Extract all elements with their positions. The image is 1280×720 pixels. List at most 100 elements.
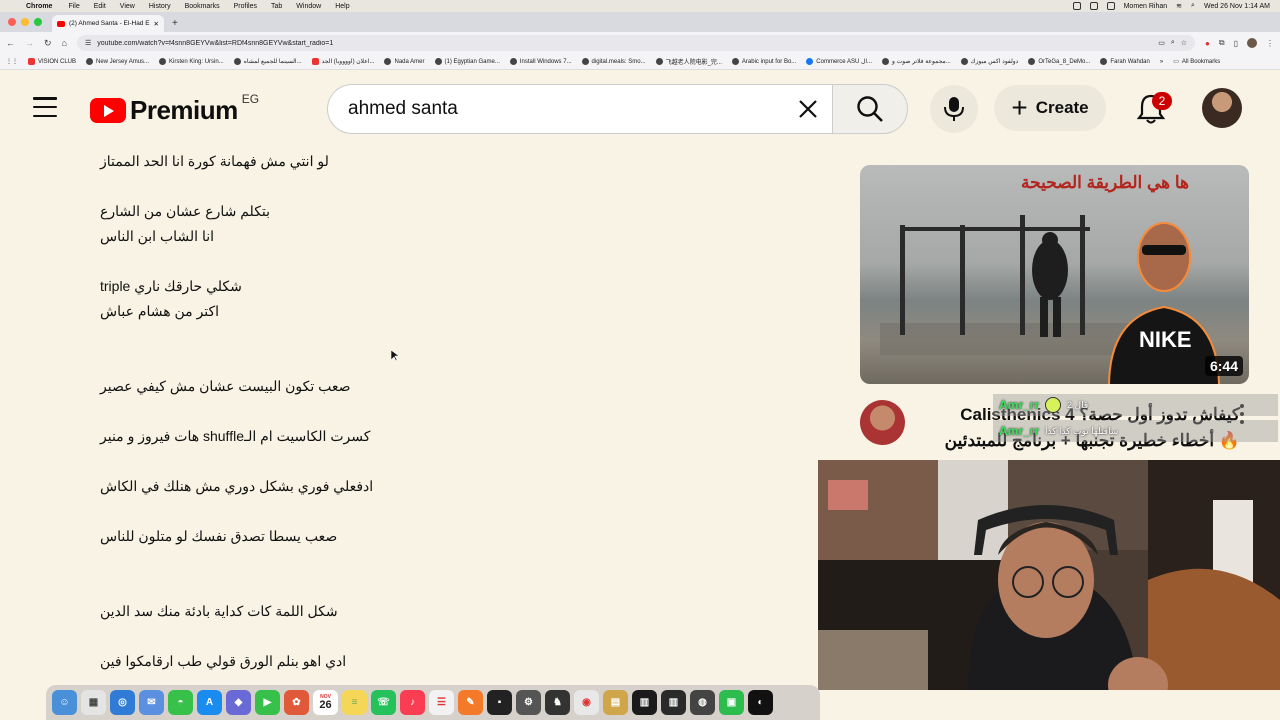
search-icon[interactable]: ⌕ [1191, 2, 1195, 10]
archive-icon[interactable]: ▤ [603, 690, 628, 715]
bookmark-item[interactable]: Arabic input for Bo... [731, 58, 796, 65]
safari-icon[interactable]: ◎ [110, 690, 135, 715]
profile-avatar[interactable] [1247, 38, 1257, 48]
all-bookmarks-folder[interactable]: ▭ All Bookmarks [1173, 58, 1220, 66]
pages-icon[interactable]: ✎ [458, 690, 483, 715]
menu-help[interactable]: Help [335, 3, 349, 10]
notes-icon[interactable]: ≡ [342, 690, 367, 715]
clear-search-button[interactable] [788, 89, 828, 129]
bookmark-item[interactable]: Install Windows 7... [509, 58, 572, 65]
close-window-button[interactable] [8, 18, 16, 26]
maps-icon[interactable]: ◆ [226, 690, 251, 715]
messages-icon[interactable]: ◓ [168, 690, 193, 715]
reminders-icon[interactable]: ☰ [429, 690, 454, 715]
macos-menu-bar: Chrome File Edit View History Bookmarks … [0, 0, 1280, 12]
menu-window[interactable]: Window [296, 3, 321, 10]
audio-app-icon[interactable]: ▥ [632, 690, 657, 715]
browser-tab-active[interactable]: (2) Ahmed Santa - El-Had El ✕ [52, 15, 164, 32]
home-icon[interactable]: ⌂ [62, 38, 67, 48]
record-icon[interactable]: ● [1205, 39, 1210, 48]
music-icon[interactable]: ♪ [400, 690, 425, 715]
tray-icon[interactable] [1089, 2, 1098, 10]
menu-history[interactable]: History [149, 3, 171, 10]
chrome-menu-icon[interactable]: ⋮ [1266, 39, 1274, 48]
emote-icon [1045, 397, 1062, 413]
finder-icon[interactable]: ☺ [52, 690, 77, 715]
mail-icon[interactable]: ✉ [139, 690, 164, 715]
menu-edit[interactable]: Edit [94, 3, 106, 10]
menu-app-name[interactable]: Chrome [26, 3, 52, 10]
wifi-icon[interactable]: ≋ [1176, 2, 1182, 10]
bookmark-item[interactable]: Kirsten King: Ursin... [159, 58, 224, 65]
search-box[interactable]: ahmed santa [327, 84, 832, 134]
account-avatar[interactable] [1202, 88, 1242, 128]
lyric-line: صعب يسطا تصدق نفسك لو متلون للناس [100, 528, 338, 544]
bookmark-item[interactable]: Nada Amer [384, 58, 425, 65]
youtube-premium-logo[interactable]: Premium EG [90, 92, 259, 126]
channel-avatar[interactable] [860, 400, 905, 445]
settings-icon[interactable]: ⚙ [516, 690, 541, 715]
obs-icon[interactable]: ◐ [748, 690, 773, 715]
audio-app-icon[interactable]: ▥ [661, 690, 686, 715]
camera-app-icon[interactable]: ◍ [690, 690, 715, 715]
bookmark-item[interactable]: Commerce ASU ال... [806, 58, 872, 65]
close-tab-icon[interactable]: ✕ [154, 20, 159, 28]
zoom-icon[interactable]: ⌕ [1171, 39, 1175, 47]
terminal-icon[interactable]: ▪ [487, 690, 512, 715]
menubar-datetime[interactable]: Wed 26 Nov 1:14 AM [1204, 3, 1270, 10]
whatsapp-icon[interactable]: ☏ [371, 690, 396, 715]
bookmark-item[interactable]: New Jersey Amus... [86, 58, 149, 65]
forward-icon[interactable]: → [25, 38, 34, 48]
menubar-status-area: Momen Rihan ≋ ⌕ Wed 26 Nov 1:14 AM [1072, 2, 1280, 10]
menu-file[interactable]: File [68, 3, 79, 10]
tray-icon[interactable] [1106, 2, 1115, 10]
address-bar[interactable]: ☰ youtube.com/watch?v=f4snn8GEYVw&list=R… [76, 35, 1196, 51]
search-input[interactable]: ahmed santa [348, 98, 788, 120]
bookmark-item[interactable]: OrTeGa_8_DeMo... [1028, 58, 1090, 65]
system-app-icon[interactable]: ♞ [545, 690, 570, 715]
bookmark-item[interactable]: (1) Egyptian Game... [434, 58, 500, 65]
bookmarks-overflow-icon[interactable]: » [1160, 59, 1163, 65]
app-store-icon[interactable]: A [197, 690, 222, 715]
extensions-icon[interactable]: ⧉ [1219, 38, 1225, 48]
photos-icon[interactable]: ✿ [284, 690, 309, 715]
bookmark-item[interactable]: مجموعة فلاتر صوت و... [882, 58, 951, 65]
bookmark-item[interactable]: digital.meals: Smo... [581, 58, 646, 65]
chrome-icon[interactable]: ◉ [574, 690, 599, 715]
reload-icon[interactable]: ↻ [44, 38, 52, 49]
tray-icon[interactable] [1072, 2, 1081, 10]
bookmark-item[interactable]: 飞越老人院电影_完... [655, 57, 722, 66]
menu-profiles[interactable]: Profiles [234, 3, 257, 10]
menu-view[interactable]: View [120, 3, 135, 10]
guide-menu-icon[interactable] [33, 97, 57, 117]
bookmark-item[interactable]: اعلان (اووووبا) الجد... [311, 58, 374, 65]
bookmark-favicon-icon [233, 58, 241, 65]
bookmark-item[interactable]: السينما للجميع لمشاه... [233, 58, 302, 65]
menubar-user[interactable]: Momen Rihan [1124, 3, 1168, 10]
cast-icon[interactable]: ▭ [1158, 39, 1165, 47]
maximize-window-button[interactable] [34, 18, 42, 26]
apps-grid-icon[interactable]: ⋮⋮ [6, 58, 18, 65]
menu-tab[interactable]: Tab [271, 3, 282, 10]
minimize-window-button[interactable] [21, 18, 29, 26]
menu-bookmarks[interactable]: Bookmarks [185, 3, 220, 10]
search-button[interactable] [832, 84, 908, 134]
create-button[interactable]: + Create [994, 85, 1106, 131]
bookmark-favicon-icon [882, 58, 890, 65]
bookmark-item[interactable]: VISION CLUB [28, 58, 76, 65]
site-info-icon[interactable]: ☰ [85, 39, 91, 47]
url-text: youtube.com/watch?v=f4snn8GEYVw&list=RDf… [97, 39, 334, 47]
new-tab-button[interactable]: + [172, 18, 178, 29]
voice-search-button[interactable] [930, 85, 978, 133]
bookmark-star-icon[interactable]: ☆ [1181, 39, 1187, 47]
launchpad-icon[interactable]: ▦ [81, 690, 106, 715]
bookmark-item[interactable]: Farah Wahdan [1100, 58, 1150, 65]
calendar-icon[interactable]: NOV 26 [313, 690, 338, 715]
bookmark-item[interactable]: دولفود اكس ميوزك [960, 58, 1018, 65]
side-panel-icon[interactable]: ▯ [1234, 39, 1238, 48]
macos-dock: ☺ ▦ ◎ ✉ ◓ A ◆ ▶ ✿ NOV 26 ≡ ☏ ♪ ☰ ✎ ▪ ⚙ ♞ … [46, 685, 820, 720]
back-icon[interactable]: ← [6, 38, 15, 48]
suggested-video-thumbnail[interactable]: ها هي الطريقة الصحيحة NIKE 6:44 [860, 165, 1249, 384]
green-app-icon[interactable]: ▣ [719, 690, 744, 715]
facetime-icon[interactable]: ▶ [255, 690, 280, 715]
